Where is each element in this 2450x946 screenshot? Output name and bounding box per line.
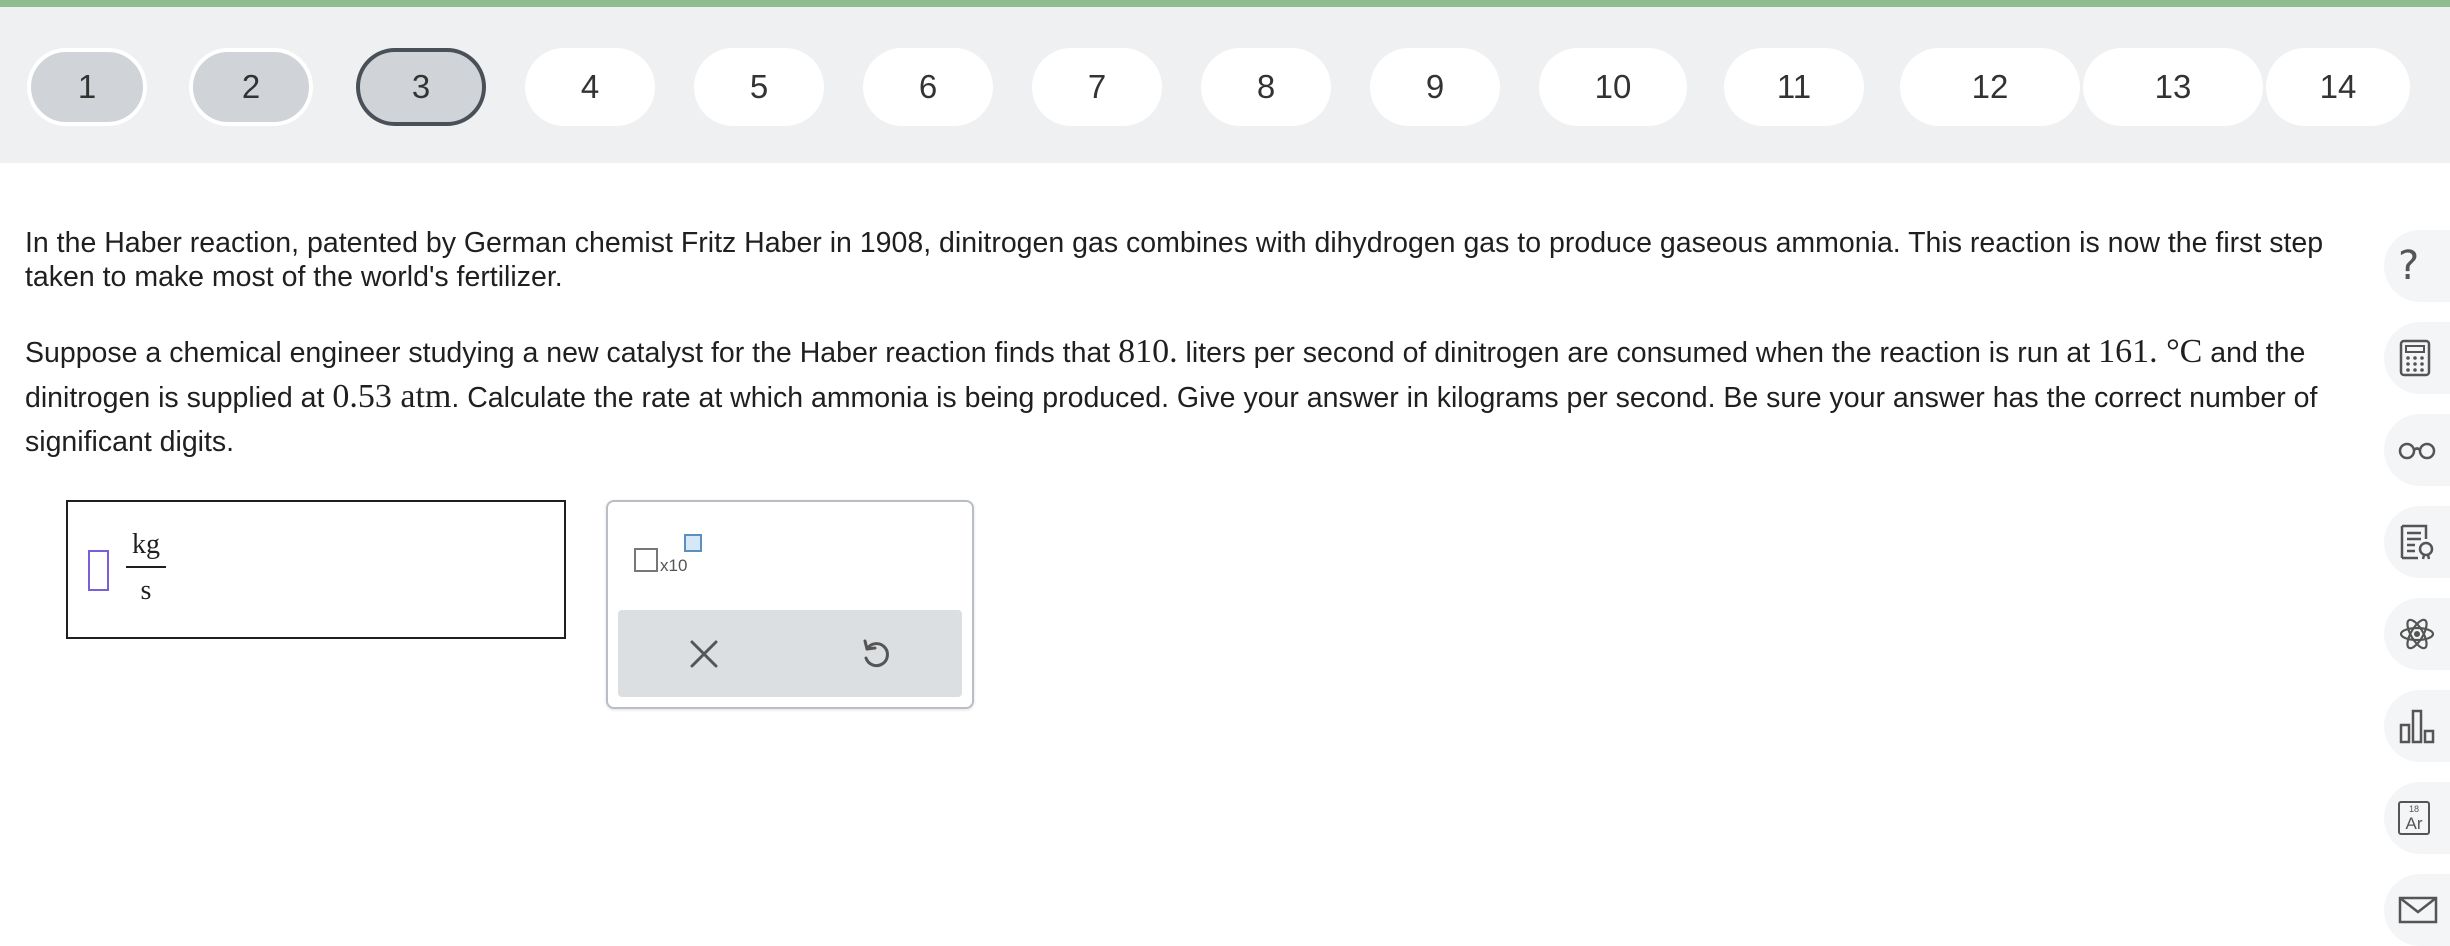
question-nav-12[interactable]: 12 — [1900, 48, 2080, 126]
exponent-box-icon — [684, 534, 702, 552]
question-nav-label: 12 — [1971, 68, 2009, 105]
question-nav-1[interactable]: 1 — [27, 48, 147, 126]
question-nav-label: 13 — [2154, 68, 2192, 105]
question-nav-label: 5 — [749, 68, 769, 105]
glasses-icon — [2398, 442, 2436, 460]
data-sheet-button[interactable] — [2384, 506, 2450, 578]
question-nav-label: 10 — [1594, 68, 1632, 105]
question-nav-label: 7 — [1087, 68, 1107, 105]
question-prompt: Suppose a chemical engineer studying a n… — [25, 330, 2325, 464]
answer-unit-fraction: kg s — [126, 528, 166, 608]
question-navigation-bar: 1 2 3 4 5 6 7 8 9 10 11 12 13 14 — [0, 7, 2450, 163]
question-nav-4[interactable]: 4 — [525, 48, 655, 126]
mail-icon — [2398, 896, 2438, 924]
bar-chart-icon — [2399, 709, 2435, 744]
calculator-button[interactable] — [2384, 322, 2450, 394]
chart-tool-button[interactable] — [2384, 690, 2450, 762]
tool-action-bar — [618, 610, 962, 697]
flow-rate-value: 810. — [1118, 333, 1178, 370]
question-nav-10[interactable]: 10 — [1539, 48, 1687, 126]
atom-icon — [2399, 618, 2435, 650]
message-button[interactable] — [2384, 874, 2450, 946]
answer-input-area[interactable]: kg s — [66, 500, 566, 639]
question-nav-14[interactable]: 14 — [2266, 48, 2410, 126]
question-nav-5[interactable]: 5 — [694, 48, 824, 126]
fraction-bar — [126, 566, 166, 568]
question-text-part: liters per second of dinitrogen are cons… — [1177, 337, 2099, 369]
question-nav-11[interactable]: 11 — [1724, 48, 1864, 126]
reading-glasses-button[interactable] — [2384, 414, 2450, 486]
question-nav-label: 8 — [1256, 68, 1276, 105]
question-intro: In the Haber reaction, patented by Germa… — [25, 227, 2324, 293]
question-body: In the Haber reaction, patented by Germa… — [25, 226, 2325, 464]
question-nav-9[interactable]: 9 — [1370, 48, 1500, 126]
question-nav-label: 3 — [411, 68, 431, 105]
pressure-unit: atm — [391, 378, 452, 415]
atom-tool-button[interactable] — [2384, 598, 2450, 670]
unit-denominator: s — [140, 575, 152, 606]
undo-icon — [863, 639, 889, 667]
question-nav-label: 14 — [2319, 68, 2357, 105]
periodic-table-icon: 18 Ar — [2398, 801, 2430, 835]
question-nav-label: 4 — [580, 68, 600, 105]
question-nav-7[interactable]: 7 — [1032, 48, 1162, 126]
top-accent-stripe — [0, 0, 2450, 7]
question-nav-label: 9 — [1425, 68, 1445, 105]
data-sheet-icon — [2400, 524, 2434, 560]
unit-numerator: kg — [132, 529, 160, 560]
question-nav-2[interactable]: 2 — [189, 48, 313, 126]
undo-button[interactable] — [790, 610, 962, 697]
help-icon: ? — [2398, 243, 2420, 289]
periodic-table-button[interactable]: 18 Ar — [2384, 782, 2450, 854]
answer-value-slot[interactable] — [88, 550, 109, 591]
answer-tools-panel: x10 — [606, 500, 974, 709]
calculator-icon — [2399, 339, 2431, 377]
clear-button[interactable] — [618, 610, 790, 697]
question-text-part: Suppose a chemical engineer studying a n… — [25, 337, 1119, 369]
times-ten-label: x10 — [660, 556, 688, 575]
scientific-notation-button[interactable]: x10 — [634, 534, 704, 578]
element-number: 18 — [2408, 804, 2419, 814]
question-nav-3[interactable]: 3 — [356, 48, 486, 126]
question-nav-label: 6 — [918, 68, 938, 105]
question-nav-label: 11 — [1776, 68, 1812, 105]
question-nav-13[interactable]: 13 — [2083, 48, 2263, 126]
question-nav-label: 2 — [241, 68, 261, 105]
question-nav-8[interactable]: 8 — [1201, 48, 1331, 126]
close-icon — [690, 640, 718, 667]
help-button[interactable]: ? — [2384, 230, 2450, 302]
pressure-value: 0.53 — [332, 378, 392, 415]
element-symbol: Ar — [2405, 814, 2423, 833]
temperature-value: 161. — [2098, 333, 2158, 370]
base-box-icon — [634, 548, 658, 572]
question-nav-6[interactable]: 6 — [863, 48, 993, 126]
temperature-unit: °C — [2157, 333, 2203, 370]
question-nav-label: 1 — [77, 68, 97, 105]
